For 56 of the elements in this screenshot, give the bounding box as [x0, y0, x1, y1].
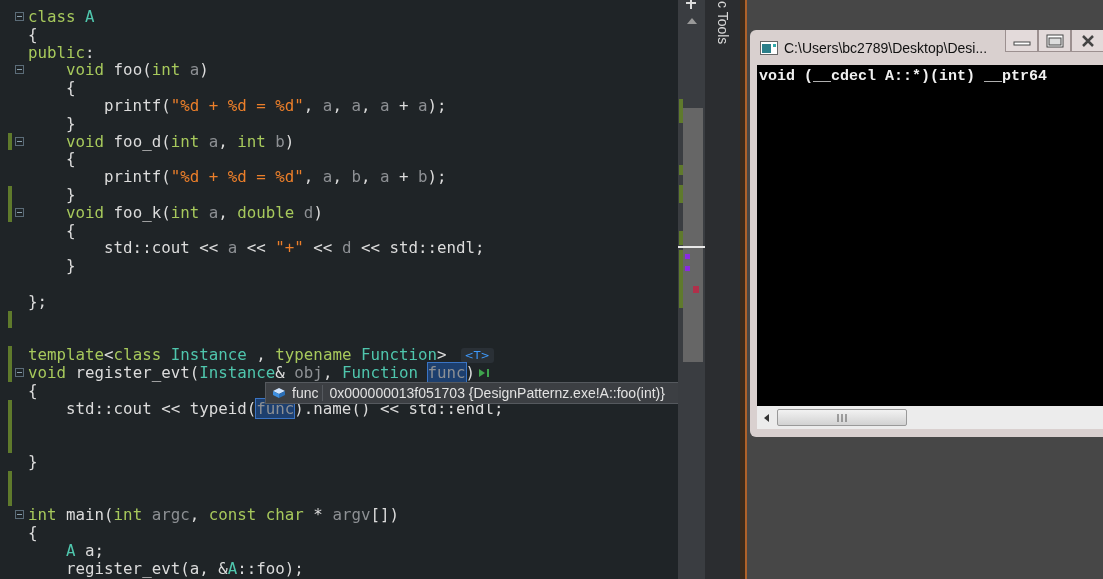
code-line: A a;: [65, 541, 105, 560]
error-marker: [693, 286, 699, 293]
code-line: {: [28, 524, 38, 542]
collapse-icon[interactable]: [15, 367, 24, 377]
change-marker: [679, 99, 683, 123]
collapse-icon[interactable]: [15, 12, 24, 21]
code-line: register_evt(a, &A::foo);: [65, 559, 304, 578]
close-button[interactable]: [1071, 30, 1103, 52]
code-line: {: [28, 381, 38, 400]
code-line: };: [28, 292, 48, 311]
code-line: }: [65, 257, 76, 275]
collapse-icon[interactable]: [15, 65, 24, 75]
code-line: printf("%d + %d = %d", a, a, a + a);: [103, 97, 447, 115]
change-marker: [679, 185, 683, 203]
cube-icon: [272, 387, 286, 399]
change-marker: [679, 250, 683, 308]
code-line: void foo(int a): [66, 61, 209, 80]
code-line: printf("%d + %d = %d", a, b, a + b);: [103, 168, 447, 186]
code-line: std::cout << a << "+" << d << std::endl;: [103, 239, 485, 258]
change-marker: [679, 165, 683, 175]
code-line: }: [28, 452, 38, 471]
code-line: {: [65, 79, 76, 97]
scroll-thumb[interactable]: [683, 108, 703, 362]
code-line: {: [65, 150, 76, 169]
window-title: C:\Users\bc2789\Desktop\Desi...: [784, 39, 988, 56]
grip-icon: [837, 413, 847, 422]
code-line: {: [65, 221, 76, 240]
collapse-icon[interactable]: [15, 136, 24, 146]
collapse-icon[interactable]: [15, 510, 24, 520]
caret-marker: [678, 246, 705, 248]
code-line: void foo_k(int a, double d): [65, 203, 323, 222]
variable-value[interactable]: 0x000000013f051703 {DesignPatternz.exe!A::foo(int)}: [329, 385, 678, 401]
code-line: class A: [28, 8, 95, 26]
code-line: }: [65, 114, 76, 133]
template-hint[interactable]: <T>: [460, 347, 494, 363]
horizontal-scrollbar[interactable]: [757, 406, 1103, 429]
find-marker: [685, 266, 690, 271]
code-line: void register_evt(Instance& obj, Function func): [28, 363, 476, 382]
code-line: template<class Instance , typename Function>: [28, 346, 447, 364]
code-line: {: [28, 25, 38, 44]
find-marker: [685, 254, 690, 259]
panel-tab[interactable]: c Tools: [714, 1, 731, 45]
run-to-cursor-icon[interactable]: [478, 367, 491, 378]
close-icon: [1080, 33, 1095, 48]
variable-name: func: [292, 385, 324, 401]
code-line: }: [65, 185, 76, 204]
console-output: void (__cdecl A::*)(int) __ptr64: [757, 65, 1103, 406]
maximize-icon: [1045, 33, 1064, 48]
scroll-up-icon[interactable]: [687, 18, 697, 24]
code-line: public:: [28, 43, 95, 62]
code-line: int main(int argc, const char * argv[]): [28, 506, 399, 525]
code-line: void foo_d(int a, int b): [65, 132, 295, 151]
change-marker: [679, 231, 683, 245]
console-icon: [760, 40, 778, 55]
scroll-thumb[interactable]: [777, 409, 907, 426]
collapse-icon[interactable]: [15, 207, 24, 217]
